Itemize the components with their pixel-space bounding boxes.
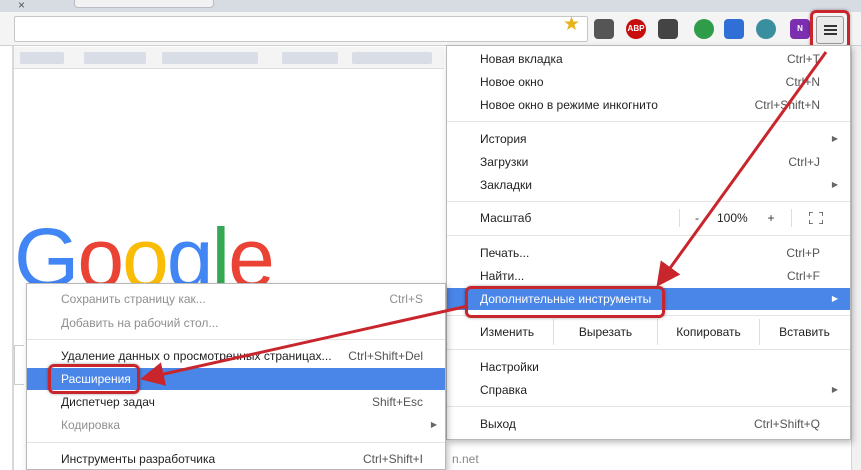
menu-item-label: Настройки [480, 360, 539, 374]
menu-item-label: Найти... [480, 269, 525, 283]
menu-item-shortcut: Ctrl+S [389, 292, 423, 306]
divider [679, 209, 680, 227]
menu-item-downloads[interactable]: Загрузки Ctrl+J [447, 151, 850, 173]
menu-item-label: История [480, 132, 527, 146]
evernote-icon[interactable] [658, 19, 678, 39]
menu-item-shortcut: Ctrl+Shift+Q [753, 417, 820, 431]
tab-close-icon[interactable]: × [18, 0, 25, 11]
menu-item-label: Загрузки [480, 155, 529, 169]
more-tools-highlight [465, 286, 665, 318]
menu-item-edit: Изменить Вырезать Копировать Вставить [447, 319, 850, 345]
menu-item-label: Инструменты разработчика [61, 452, 216, 466]
tab-strip: × [0, 0, 861, 12]
menu-item-label: Выход [480, 417, 516, 431]
ext-green-icon[interactable] [694, 19, 714, 39]
bookmark-item[interactable] [20, 52, 64, 64]
menu-item-shortcut: Ctrl+F [787, 269, 820, 283]
menu-item-label: Новое окно [480, 75, 544, 89]
submenu-item-encoding[interactable]: Кодировка ▶ [27, 414, 445, 436]
menu-item-help[interactable]: Справка ▶ [447, 379, 850, 401]
menu-item-settings[interactable]: Настройки [447, 356, 850, 378]
menu-separator [447, 121, 850, 122]
scrollbar[interactable] [851, 46, 861, 470]
menu-item-label: Справка [480, 383, 528, 397]
ext-teal-icon[interactable] [756, 19, 776, 39]
pocket-icon[interactable] [594, 19, 614, 39]
menu-item-label: Новая вкладка [480, 52, 563, 66]
paste-button[interactable]: Вставить [759, 319, 849, 345]
submenu-item-save-page[interactable]: Сохранить страницу как... Ctrl+S [27, 288, 445, 310]
bookmarks-bar [14, 47, 444, 69]
chevron-right-icon: ▶ [831, 294, 838, 303]
zoom-value: 100% [717, 211, 748, 225]
menu-separator [27, 442, 445, 443]
menu-item-shortcut: Ctrl+N [785, 75, 820, 89]
menu-item-label: Кодировка [61, 418, 121, 432]
menu-item-shortcut: Ctrl+Shift+N [754, 98, 820, 112]
bookmark-item[interactable] [162, 52, 258, 64]
menu-item-label: Масштаб [480, 211, 532, 225]
menu-item-history[interactable]: История ▶ [447, 128, 850, 150]
zoom-in-button[interactable]: + [761, 207, 781, 229]
bookmark-item[interactable] [352, 52, 432, 64]
menu-item-label: Закладки [480, 178, 532, 192]
abp-icon[interactable]: ABP [626, 19, 646, 39]
menu-button-highlight [810, 10, 850, 50]
chevron-right-icon: ▶ [831, 385, 838, 394]
menu-separator [447, 235, 850, 236]
menu-separator [447, 349, 850, 350]
cut-button[interactable]: Вырезать [553, 319, 657, 345]
page-search-box[interactable] [14, 345, 24, 385]
star-bookmark-icon[interactable]: ★ [563, 15, 580, 35]
chevron-right-icon: ▶ [430, 420, 437, 429]
extensions-highlight [48, 364, 140, 394]
menu-item-label: Добавить на рабочий стол... [61, 316, 219, 330]
menu-item-bookmarks[interactable]: Закладки ▶ [447, 174, 850, 196]
menu-item-shortcut: Shift+Esc [371, 395, 423, 409]
new-tab-button[interactable] [74, 0, 214, 8]
menu-item-incognito[interactable]: Новое окно в режиме инкогнито Ctrl+Shift… [447, 94, 850, 116]
chrome-main-menu: Новая вкладка Ctrl+T Новое окно Ctrl+N Н… [446, 45, 851, 440]
chevron-right-icon: ▶ [831, 134, 838, 143]
submenu-item-dev-tools[interactable]: Инструменты разработчика Ctrl+Shift+I [27, 448, 445, 470]
menu-item-shortcut: Ctrl+Shift+Del [348, 349, 423, 363]
menu-item-new-tab[interactable]: Новая вкладка Ctrl+T [447, 48, 850, 70]
menu-item-shortcut: Ctrl+P [786, 246, 820, 260]
menu-separator [27, 339, 445, 340]
menu-item-zoom: Масштаб - 100% + [447, 207, 850, 229]
bookmark-item[interactable] [282, 52, 338, 64]
menu-item-find[interactable]: Найти... Ctrl+F [447, 265, 850, 287]
menu-item-exit[interactable]: Выход Ctrl+Shift+Q [447, 413, 850, 435]
browser-toolbar: ★ ABP N [0, 12, 861, 46]
onenote-icon[interactable]: N [790, 19, 810, 39]
address-bar[interactable] [14, 16, 588, 42]
menu-item-label: Изменить [480, 325, 535, 339]
page-text-fragment: n.net [452, 452, 479, 466]
submenu-item-task-manager[interactable]: Диспетчер задач Shift+Esc [27, 391, 445, 413]
chevron-right-icon: ▶ [831, 180, 838, 189]
zoom-out-button[interactable]: - [687, 207, 707, 229]
menu-item-shortcut: Ctrl+J [788, 155, 820, 169]
menu-separator [447, 406, 850, 407]
menu-item-label: Сохранить страницу как... [61, 292, 206, 306]
menu-item-label: Печать... [480, 246, 530, 260]
menu-item-print[interactable]: Печать... Ctrl+P [447, 242, 850, 264]
menu-item-label: Новое окно в режиме инкогнито [480, 98, 658, 112]
menu-item-shortcut: Ctrl+Shift+I [362, 452, 423, 466]
fullscreen-icon[interactable] [809, 212, 823, 224]
menu-item-label: Диспетчер задач [61, 395, 155, 409]
menu-item-shortcut: Ctrl+T [787, 52, 820, 66]
menu-separator [447, 201, 850, 202]
bookmark-item[interactable] [84, 52, 146, 64]
submenu-item-add-to-desktop[interactable]: Добавить на рабочий стол... [27, 312, 445, 334]
copy-button[interactable]: Копировать [657, 319, 759, 345]
menu-item-new-window[interactable]: Новое окно Ctrl+N [447, 71, 850, 93]
ext-blue-icon[interactable] [724, 19, 744, 39]
divider [791, 209, 792, 227]
